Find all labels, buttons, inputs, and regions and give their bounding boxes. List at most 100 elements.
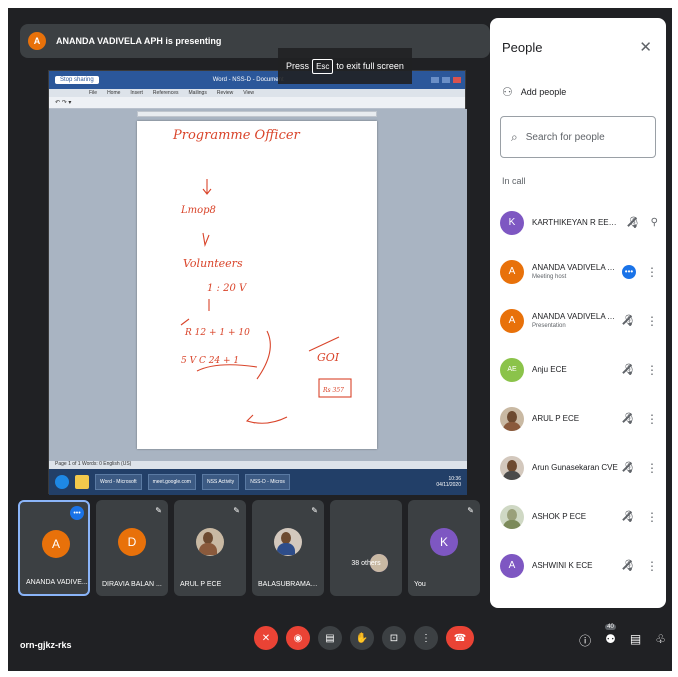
- tile-name: You: [414, 581, 426, 588]
- participant-count: 40: [605, 624, 616, 630]
- person-row[interactable]: K KARTHIKEYAN R EEE (You) 🎙 ⚲: [490, 198, 666, 247]
- mic-off-icon: 🎙: [622, 462, 636, 474]
- avatar: K: [430, 528, 458, 556]
- activities-icon[interactable]: ♧: [655, 632, 666, 649]
- presenter-avatar: A: [28, 32, 46, 50]
- people-icon[interactable]: 40 ⚉: [605, 624, 616, 649]
- more-options-icon[interactable]: ⋮: [646, 461, 658, 475]
- bottom-control-bar: orn-gjkz-rks ✕ ◉ ▤ ✋ ⊡ ⋮ ☎ ⓘ 40 ⚉ ▤ ♧: [8, 612, 672, 671]
- hw-line-3: Volunteers: [183, 257, 243, 270]
- document-area: Programme Officer Lmop8 Volunteers 1 : 2…: [49, 109, 467, 461]
- present-button[interactable]: ⊡: [382, 626, 406, 650]
- document-page: Programme Officer Lmop8 Volunteers 1 : 2…: [137, 121, 377, 449]
- more-options-icon[interactable]: ⋮: [646, 363, 658, 377]
- menu-review[interactable]: Review: [217, 90, 233, 96]
- avatar: K: [500, 210, 524, 235]
- hw-line-8: Rs 357: [322, 387, 344, 394]
- participant-tile[interactable]: ✎ D DIRAVIA BALAN ...: [96, 500, 168, 596]
- add-people-button[interactable]: ⚇ Add people: [490, 76, 666, 108]
- speaking-indicator-icon: •••: [622, 264, 636, 279]
- search-icon: ⌕: [511, 129, 518, 144]
- menu-references[interactable]: References: [153, 90, 179, 96]
- captions-button[interactable]: ▤: [318, 626, 342, 650]
- people-title: People: [502, 39, 543, 55]
- person-row[interactable]: A ANANDA VADIVELA APH Presentation 🎙 ⋮: [490, 296, 666, 345]
- menu-home[interactable]: Home: [107, 90, 120, 96]
- presenting-banner: A ANANDA VADIVELA APH is presenting: [20, 24, 490, 58]
- word-window-title: Word - NSS-D - Document: [212, 77, 284, 83]
- end-call-button[interactable]: ☎: [446, 626, 474, 650]
- person-row[interactable]: A ANANDA VADIVELA APH Meeting host ••• ⋮: [490, 247, 666, 296]
- person-row[interactable]: Arun Gunasekaran CVE 🎙 ⋮: [490, 443, 666, 492]
- handwriting-canvas: Programme Officer Lmop8 Volunteers 1 : 2…: [172, 128, 352, 424]
- person-row[interactable]: ASHOK P ECE 🎙 ⋮: [490, 492, 666, 541]
- mic-toggle-button[interactable]: ✕: [254, 626, 278, 650]
- mic-off-icon: 🎙: [622, 413, 636, 425]
- person-add-icon: ⚇: [502, 85, 513, 99]
- tile-name: BALASUBRAMAN...: [258, 581, 320, 588]
- menu-insert[interactable]: Insert: [130, 90, 143, 96]
- participant-tile[interactable]: ••• A ANANDA VADIVE...: [18, 500, 90, 596]
- close-icon[interactable]: ✕: [639, 38, 652, 56]
- taskbar-app-nss[interactable]: NSS Activity: [201, 474, 240, 490]
- info-icon[interactable]: ⓘ: [579, 632, 591, 649]
- more-options-icon[interactable]: ⋮: [646, 314, 658, 328]
- menu-view[interactable]: View: [243, 90, 254, 96]
- windows-taskbar: Word - Microsoft meet.google.com NSS Act…: [49, 469, 467, 495]
- participant-tile-self[interactable]: ✎ K You: [408, 500, 480, 596]
- tile-name: ANANDA VADIVE...: [26, 579, 88, 586]
- taskbar-app-chrome[interactable]: meet.google.com: [147, 474, 196, 490]
- camera-toggle-button[interactable]: ◉: [286, 626, 310, 650]
- more-options-button[interactable]: ⋮: [414, 626, 438, 650]
- menu-mailings[interactable]: Mailings: [189, 90, 207, 96]
- participant-tile[interactable]: ✎ ARUL P ECE: [174, 500, 246, 596]
- ie-icon[interactable]: [55, 475, 69, 489]
- in-call-label: In call: [502, 176, 526, 186]
- side-panel-icons: ⓘ 40 ⚉ ▤ ♧: [579, 624, 666, 649]
- avatar: AE: [500, 357, 524, 382]
- person-row[interactable]: AE Anju ECE 🎙 ⋮: [490, 345, 666, 394]
- participant-tile[interactable]: ✎ BALASUBRAMAN...: [252, 500, 324, 596]
- mic-off-icon: ✎: [233, 506, 240, 515]
- avatar-photo: [196, 528, 224, 556]
- minimize-icon[interactable]: [431, 77, 439, 83]
- chat-icon[interactable]: ▤: [630, 632, 641, 649]
- raise-hand-button[interactable]: ✋: [350, 626, 374, 650]
- more-options-icon[interactable]: ⋮: [646, 265, 658, 279]
- undo-icon[interactable]: ↶ ↷ ▾: [55, 99, 71, 106]
- more-options-icon[interactable]: ⋮: [646, 412, 658, 426]
- person-row[interactable]: A ASHWINI K ECE 🎙 ⋮: [490, 541, 666, 590]
- word-menu-bar: File Home Insert References Mailings Rev…: [49, 89, 465, 97]
- esc-key: Esc: [312, 58, 334, 74]
- people-header: People ✕: [490, 18, 666, 76]
- word-ribbon: ↶ ↷ ▾: [49, 97, 465, 109]
- menu-file[interactable]: File: [89, 90, 97, 96]
- folder-icon[interactable]: [75, 475, 89, 489]
- stop-sharing-button[interactable]: Stop sharing: [55, 76, 99, 84]
- meet-window: A ANANDA VADIVELA APH is presenting Stop…: [8, 8, 672, 671]
- pin-icon[interactable]: ⚲: [651, 217, 658, 228]
- avatar-photo: [500, 455, 524, 480]
- meeting-code: orn-gjkz-rks: [20, 640, 72, 650]
- people-panel: People ✕ ⚇ Add people ⌕ In call K KARTHI…: [490, 18, 666, 608]
- person-row[interactable]: ARUL P ECE 🎙 ⋮: [490, 394, 666, 443]
- more-options-icon[interactable]: ⋮: [646, 510, 658, 524]
- fullscreen-tip: Press Esc to exit full screen: [278, 48, 412, 84]
- taskbar-app-word[interactable]: Word - Microsoft: [95, 474, 142, 490]
- tile-name: DIRAVIA BALAN ...: [102, 581, 162, 588]
- presenting-text: ANANDA VADIVELA APH is presenting: [56, 36, 222, 46]
- hw-line-2: Lmop8: [180, 205, 216, 216]
- mic-off-icon: ✎: [155, 506, 162, 515]
- more-options-icon[interactable]: ⋮: [646, 559, 658, 573]
- hw-line-5: R 12 + 1 + 10: [184, 328, 250, 338]
- taskbar-app-doc[interactable]: NSS-D - Micros: [245, 474, 290, 490]
- window-close-icon[interactable]: [453, 77, 461, 83]
- mic-off-icon: ✎: [311, 506, 318, 515]
- search-people-input[interactable]: [525, 131, 636, 143]
- avatar: A: [500, 553, 524, 578]
- others-tile[interactable]: K 38 others: [330, 500, 402, 596]
- call-controls: ✕ ◉ ▤ ✋ ⊡ ⋮ ☎: [254, 626, 474, 650]
- mic-off-icon: 🎙: [622, 364, 636, 376]
- maximize-icon[interactable]: [442, 77, 450, 83]
- tile-name: ARUL P ECE: [180, 581, 222, 588]
